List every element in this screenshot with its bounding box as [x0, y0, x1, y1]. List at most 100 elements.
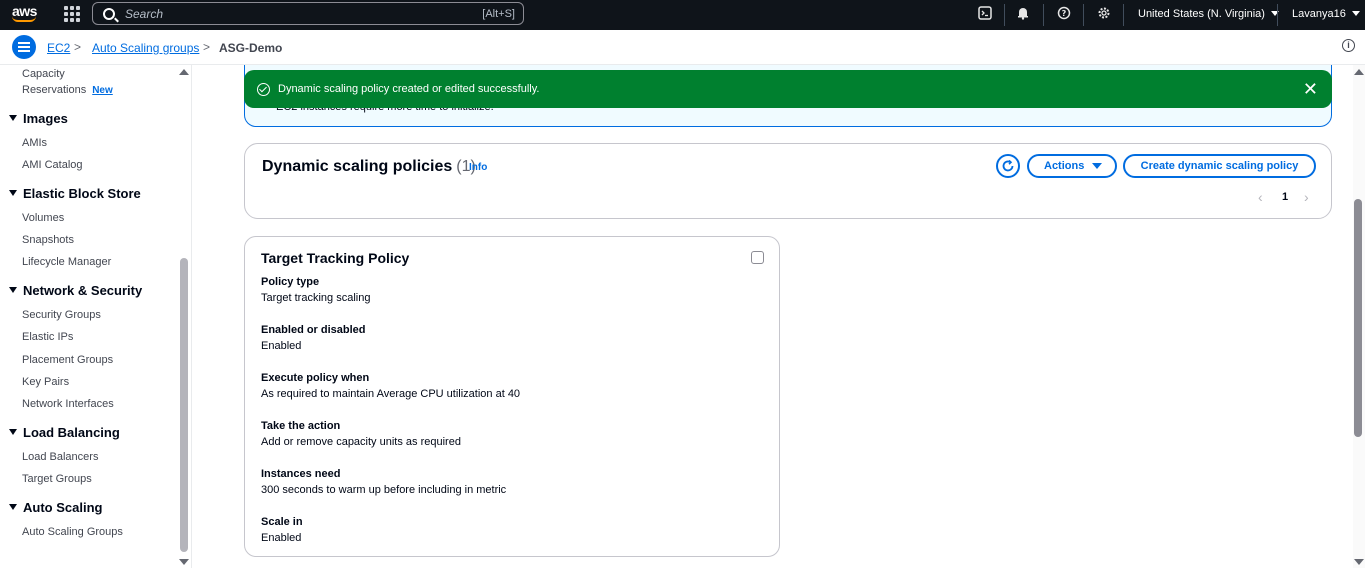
menu-toggle-button[interactable] — [12, 35, 36, 59]
field-label-take-action: Take the action — [261, 420, 341, 432]
page-number[interactable]: 1 — [1282, 191, 1288, 203]
sidebar-heading: Elastic Block Store — [23, 186, 141, 201]
policies-title-text: Dynamic scaling policies — [262, 158, 453, 175]
sidebar-item-elastic-ips[interactable]: Elastic IPs — [22, 331, 73, 343]
breadcrumb-chevron-icon: > — [74, 40, 82, 54]
sidebar-item-capacity-reservations-2[interactable]: Reservations New — [22, 84, 113, 96]
grid-icon[interactable] — [64, 6, 80, 22]
search-shortcut: [Alt+S] — [482, 7, 515, 20]
target-tracking-policy-card: Target Tracking Policy Policy type Targe… — [244, 236, 780, 557]
region-selector[interactable]: United States (N. Virginia) — [1138, 8, 1279, 20]
sidebar-heading: Network & Security — [23, 283, 143, 298]
sidebar-item-security-groups[interactable]: Security Groups — [22, 309, 101, 321]
dynamic-scaling-policies-panel: Dynamic scaling policies (1) Info Actions… — [244, 143, 1332, 219]
nav-divider — [1043, 4, 1044, 26]
sidebar-heading: Load Balancing — [23, 425, 120, 440]
field-label-policy-type: Policy type — [261, 276, 320, 288]
chevron-down-icon — [1351, 11, 1360, 16]
breadcrumb-bar: EC2 > Auto Scaling groups > ASG-Demo i — [0, 30, 1365, 65]
caret-down-icon — [9, 504, 17, 510]
sidebar-item-snapshots[interactable]: Snapshots — [22, 234, 74, 246]
sidebar-item-amis[interactable]: AMIs — [22, 137, 47, 149]
sidebar-item-load-balancers[interactable]: Load Balancers — [22, 451, 98, 463]
svg-text:?: ? — [1062, 9, 1067, 18]
scroll-up-icon[interactable] — [179, 69, 189, 75]
field-value-scale-in: Enabled — [261, 532, 302, 544]
sidebar-item-auto-scaling-groups[interactable]: Auto Scaling Groups — [22, 526, 123, 538]
main-content: EC2 instances require more time to initi… — [193, 65, 1353, 568]
chevron-left-icon[interactable]: ‹ — [1258, 189, 1263, 205]
field-value-take-action: Add or remove capacity units as required — [261, 436, 461, 448]
caret-down-icon — [9, 115, 17, 121]
gear-icon[interactable] — [1096, 6, 1112, 22]
aws-logo[interactable]: aws — [12, 4, 42, 26]
sidebar-section-images[interactable]: Images — [9, 111, 68, 126]
sidebar-item-target-groups[interactable]: Target Groups — [22, 473, 92, 485]
pagination: ‹ 1 › — [1258, 189, 1318, 206]
terminal-icon[interactable] — [977, 6, 993, 22]
sidebar-item-network-interfaces[interactable]: Network Interfaces — [22, 398, 114, 410]
breadcrumb-ec2[interactable]: EC2 — [47, 41, 70, 55]
sidebar-item-capacity-reservations[interactable]: Capacity — [22, 68, 65, 80]
nav-divider — [1083, 4, 1084, 26]
field-label-scale-in: Scale in — [261, 516, 303, 528]
caret-down-icon — [9, 429, 17, 435]
sidebar-heading: Auto Scaling — [23, 500, 103, 515]
refresh-button[interactable] — [996, 154, 1020, 178]
nav-divider — [1004, 4, 1005, 26]
actions-button[interactable]: Actions — [1027, 154, 1117, 178]
field-label-instances-need: Instances need — [261, 468, 341, 480]
search-placeholder: Search — [125, 6, 164, 21]
close-icon[interactable]: ✕ — [1303, 80, 1318, 98]
info-link[interactable]: Info — [469, 162, 487, 173]
sidebar-item-label: Reservations — [22, 84, 87, 96]
chevron-right-icon[interactable]: › — [1304, 189, 1309, 205]
nav-divider — [1123, 4, 1124, 26]
policies-title: Dynamic scaling policies (1) — [262, 158, 476, 176]
page-scrollbar[interactable] — [1353, 65, 1365, 568]
nav-divider — [1277, 4, 1278, 26]
success-check-icon — [257, 82, 270, 96]
sidebar-section-ebs[interactable]: Elastic Block Store — [9, 186, 141, 201]
caret-down-icon — [9, 287, 17, 293]
sidebar-item-lifecycle-manager[interactable]: Lifecycle Manager — [22, 256, 111, 268]
create-dynamic-scaling-policy-button[interactable]: Create dynamic scaling policy — [1123, 154, 1316, 178]
field-value-policy-type: Target tracking scaling — [261, 292, 371, 304]
breadcrumb-auto-scaling-groups[interactable]: Auto Scaling groups — [92, 41, 199, 55]
scroll-up-icon[interactable] — [1354, 69, 1364, 75]
user-menu[interactable]: Lavanya16 — [1292, 8, 1360, 20]
scrollbar-thumb[interactable] — [180, 258, 188, 552]
field-value-instances-need: 300 seconds to warm up before including … — [261, 484, 507, 496]
user-label: Lavanya16 — [1292, 8, 1346, 20]
top-navigation: aws Search [Alt+S] ? United States (N. V… — [0, 0, 1365, 30]
help-icon[interactable]: ? — [1056, 6, 1072, 22]
sidebar-item-placement-groups[interactable]: Placement Groups — [22, 354, 113, 366]
scroll-down-icon[interactable] — [179, 559, 189, 565]
card-title: Target Tracking Policy — [261, 250, 410, 266]
new-badge: New — [92, 85, 113, 96]
sidebar-scrollbar[interactable] — [179, 65, 191, 568]
caret-down-icon — [9, 190, 17, 196]
bell-icon[interactable] — [1015, 6, 1031, 22]
aws-logo-text: aws — [12, 3, 37, 19]
scrollbar-thumb[interactable] — [1354, 199, 1362, 437]
info-icon[interactable]: i — [1342, 39, 1355, 52]
field-label-execute-when: Execute policy when — [261, 372, 370, 384]
caret-down-icon — [1092, 163, 1103, 169]
region-label: United States (N. Virginia) — [1138, 8, 1265, 20]
sidebar-item-ami-catalog[interactable]: AMI Catalog — [22, 159, 83, 171]
sidebar-item-key-pairs[interactable]: Key Pairs — [22, 376, 69, 388]
actions-label: Actions — [1044, 160, 1085, 172]
sidebar-section-auto-scaling[interactable]: Auto Scaling — [9, 500, 102, 515]
sidebar-section-network-security[interactable]: Network & Security — [9, 283, 142, 298]
sidebar: Capacity Reservations New Images AMIs AMI… — [0, 65, 192, 568]
search-input[interactable]: Search [Alt+S] — [92, 2, 524, 25]
sidebar-section-load-balancing[interactable]: Load Balancing — [9, 425, 120, 440]
success-flash-banner: Dynamic scaling policy created or edited… — [244, 70, 1332, 108]
select-checkbox[interactable] — [751, 251, 764, 264]
scroll-down-icon[interactable] — [1354, 559, 1364, 565]
field-label-enabled: Enabled or disabled — [261, 324, 366, 336]
field-value-execute-when: As required to maintain Average CPU util… — [261, 388, 521, 400]
sidebar-item-volumes[interactable]: Volumes — [22, 212, 64, 224]
flash-message: Dynamic scaling policy created or edited… — [278, 83, 540, 95]
